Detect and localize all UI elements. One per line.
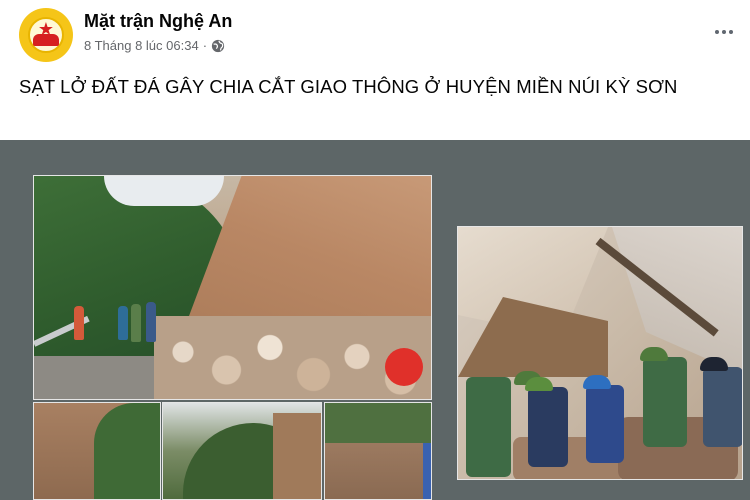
photo-landslide-small[interactable] [33, 402, 161, 500]
soldier [466, 371, 542, 477]
more-options-icon[interactable] [712, 22, 736, 42]
soldier [700, 357, 742, 447]
post-media [0, 140, 750, 500]
blue-object [423, 443, 431, 499]
hat [700, 357, 728, 371]
watermark-logo [385, 348, 423, 386]
emblem-figures [33, 34, 59, 46]
soldier [640, 347, 687, 447]
post-header: ★ Mặt trận Nghệ An 8 Tháng 8 lúc 06:34 ·… [0, 0, 750, 140]
person [131, 304, 141, 342]
post-meta: 8 Tháng 8 lúc 06:34 · [84, 38, 225, 53]
hat [640, 347, 668, 361]
cliff [273, 413, 321, 499]
hat [525, 377, 553, 391]
photo-soldiers-rocks[interactable] [457, 226, 743, 480]
hat [583, 375, 611, 389]
soldier [583, 375, 624, 463]
dot [722, 30, 726, 34]
dot [715, 30, 719, 34]
person [146, 302, 156, 342]
meta-separator: · [202, 38, 208, 53]
sky [104, 176, 224, 206]
person [74, 306, 84, 340]
photo-landslide-road[interactable] [33, 175, 432, 400]
photo-mountain-road[interactable] [162, 402, 322, 500]
person [118, 306, 128, 340]
post-text: SẠT LỞ ĐẤT ĐÁ GÂY CHIA CẮT GIAO THÔNG Ở … [19, 76, 678, 97]
vegetation [94, 403, 160, 499]
page-avatar[interactable]: ★ [19, 8, 73, 62]
photo-cliff[interactable] [324, 402, 432, 500]
page-name-link[interactable]: Mặt trận Nghệ An [84, 11, 232, 32]
globe-icon[interactable] [211, 39, 225, 53]
dot [729, 30, 733, 34]
vegetation [325, 403, 431, 443]
soldier [525, 377, 568, 467]
post-timestamp[interactable]: 8 Tháng 8 lúc 06:34 [84, 38, 199, 53]
